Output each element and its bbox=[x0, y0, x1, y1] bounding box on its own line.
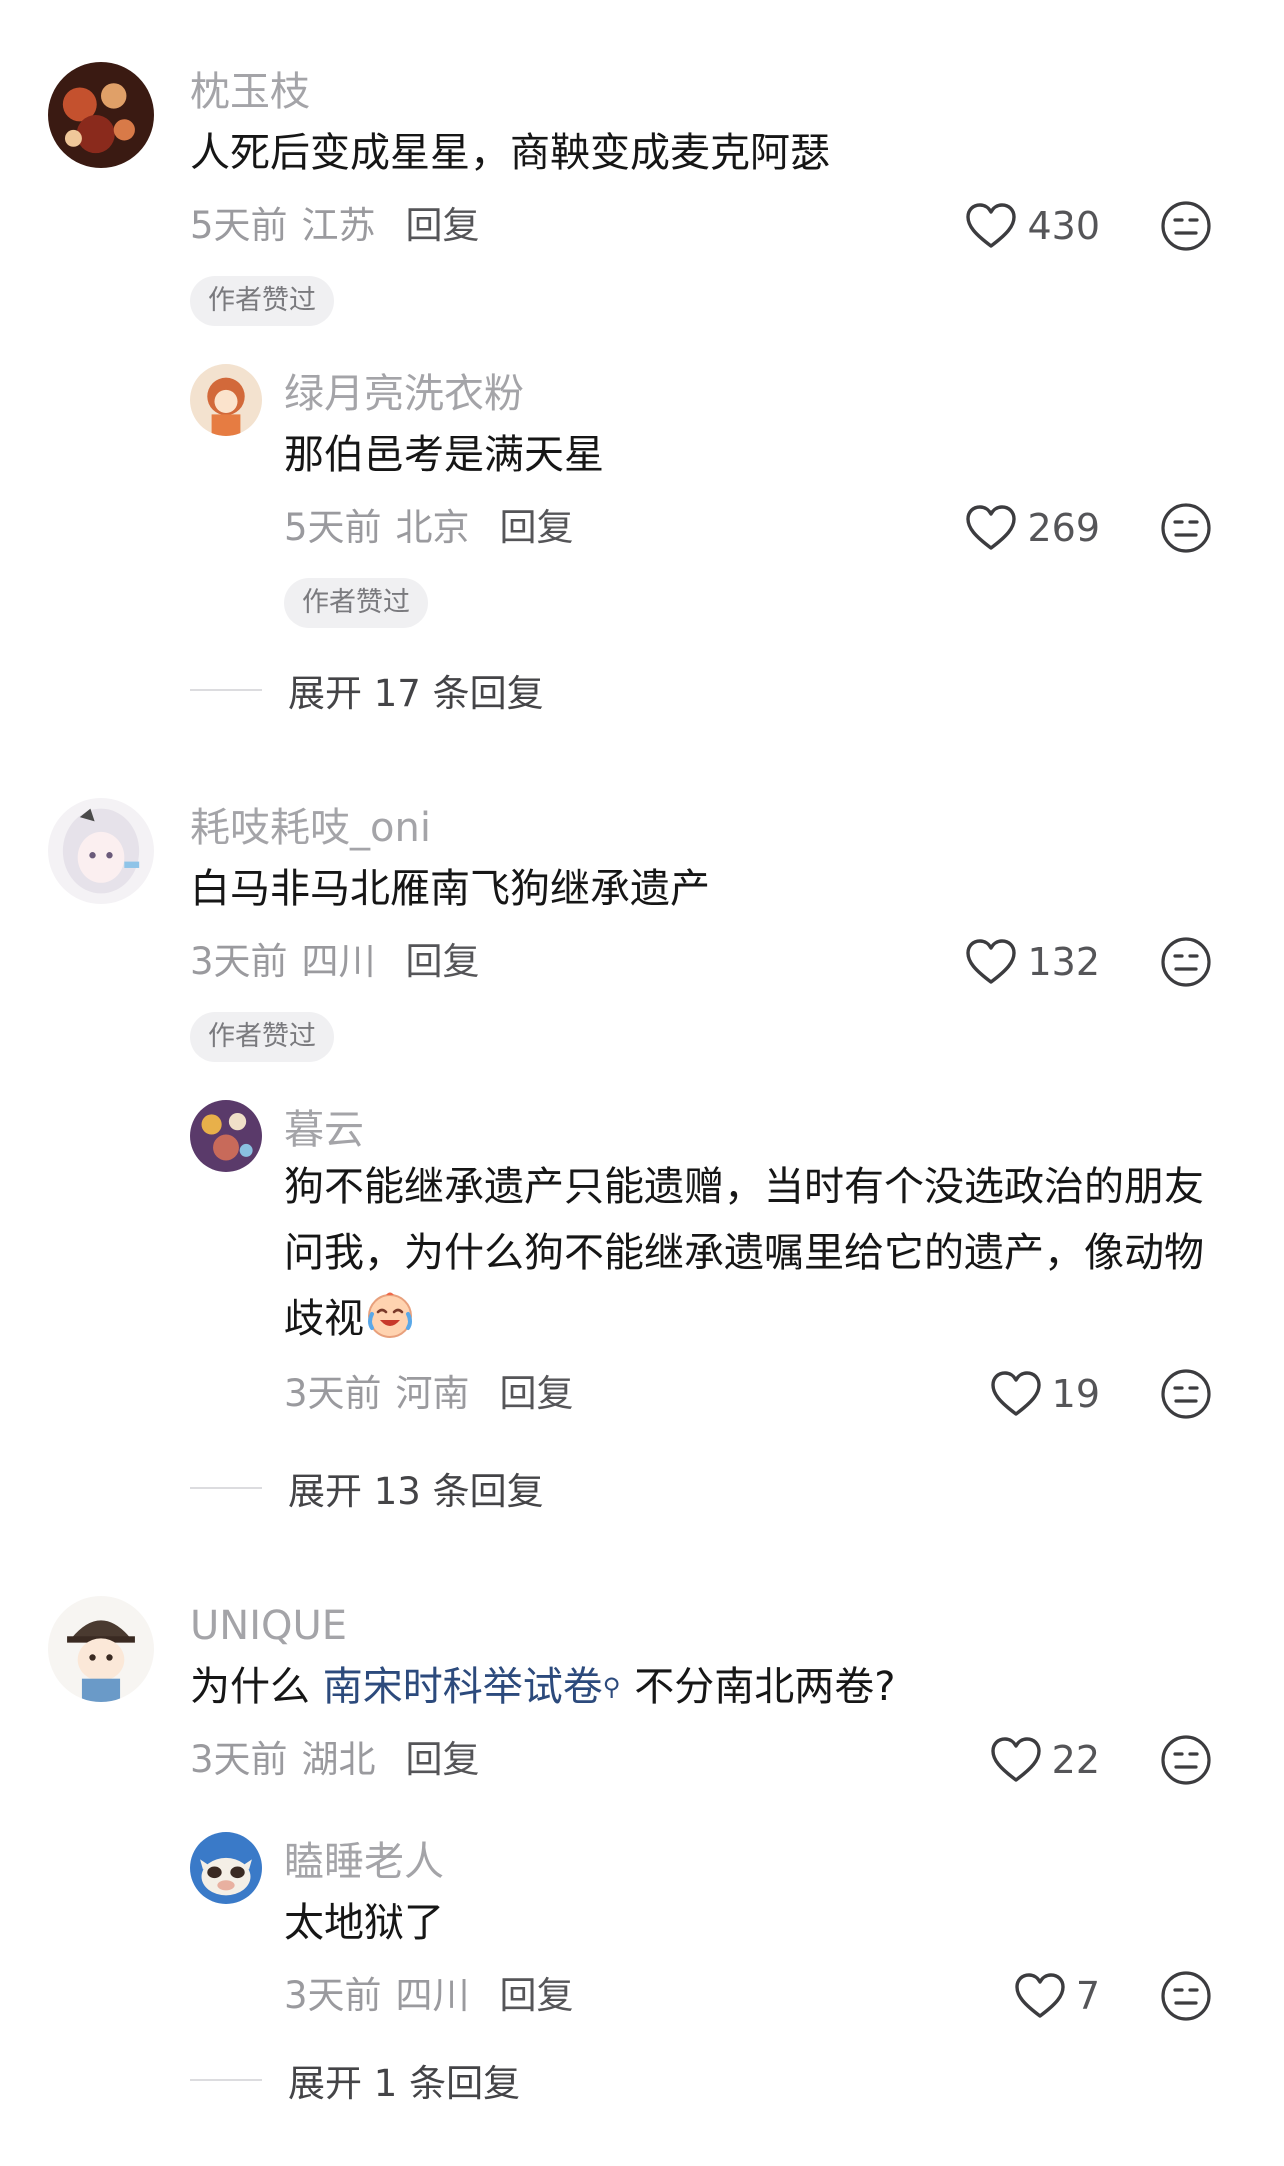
reply-meta: 3天前 河南 回复 bbox=[284, 1370, 574, 1418]
comment-text: 人死后变成星星，商鞅变成麦克阿瑟 bbox=[190, 130, 830, 176]
divider bbox=[190, 1487, 262, 1489]
comment-username[interactable]: 耗吱耗吱_oni bbox=[190, 804, 431, 852]
reply-button[interactable]: 回复 bbox=[406, 940, 480, 983]
avatar[interactable] bbox=[190, 1100, 262, 1172]
divider bbox=[190, 2079, 262, 2081]
reply-text-body: 狗不能继承遗产只能遗赠，当时有个没选政治的朋友问我，为什么狗不能继承遗嘱里给它的… bbox=[284, 1164, 1204, 1342]
like-count: 269 bbox=[1027, 506, 1100, 550]
author-liked-badge: 作者赞过 bbox=[190, 1012, 334, 1062]
avatar[interactable] bbox=[190, 364, 262, 436]
comment-time: 5天前 bbox=[190, 204, 288, 247]
avatar[interactable] bbox=[48, 1596, 154, 1702]
reply-item: 瞌睡老人 太地狱了 3天前 四川 回复 7 bbox=[0, 1832, 1284, 2032]
comment-username[interactable]: UNIQUE bbox=[190, 1602, 347, 1650]
reply-username[interactable]: 绿月亮洗衣粉 bbox=[284, 370, 524, 418]
comment-text-after: 不分南北两卷? bbox=[634, 1664, 896, 1710]
divider bbox=[190, 689, 262, 691]
reply-location: 河南 bbox=[395, 1372, 470, 1415]
comment-location: 江苏 bbox=[301, 204, 376, 247]
reply-username[interactable]: 暮云 bbox=[284, 1106, 364, 1154]
expand-replies-button[interactable]: 展开 13 条回复 bbox=[190, 1464, 544, 1513]
comment-username[interactable]: 枕玉枝 bbox=[190, 68, 310, 116]
reply-time: 3天前 bbox=[284, 1974, 382, 2017]
meh-face-icon[interactable] bbox=[1160, 1970, 1212, 2022]
heart-outline-icon bbox=[965, 202, 1017, 250]
reply-button[interactable]: 回复 bbox=[500, 506, 574, 549]
like-count: 7 bbox=[1075, 1974, 1100, 2018]
avatar[interactable] bbox=[48, 798, 154, 904]
comment-text: 为什么 南宋时科举试卷⚲ 不分南北两卷? bbox=[190, 1654, 896, 1720]
comment-time: 3天前 bbox=[190, 940, 288, 983]
expand-replies-button[interactable]: 展开 1 条回复 bbox=[190, 2056, 521, 2105]
comment-location: 四川 bbox=[301, 940, 376, 983]
avatar[interactable] bbox=[190, 1832, 262, 1904]
heart-outline-icon bbox=[965, 504, 1017, 552]
reply-text: 狗不能继承遗产只能遗赠，当时有个没选政治的朋友问我，为什么狗不能继承遗嘱里给它的… bbox=[284, 1154, 1214, 1352]
author-liked-badge: 作者赞过 bbox=[284, 578, 428, 628]
reply-meta: 3天前 四川 回复 bbox=[284, 1972, 574, 2020]
meh-face-icon[interactable] bbox=[1160, 1734, 1212, 1786]
expand-replies-button[interactable]: 展开 17 条回复 bbox=[190, 666, 544, 715]
reply-time: 5天前 bbox=[284, 506, 382, 549]
comment-item: UNIQUE 为什么 南宋时科举试卷⚲ 不分南北两卷? 3天前 湖北 回复 22 bbox=[0, 1596, 1284, 1785]
like-count: 430 bbox=[1027, 204, 1100, 248]
search-icon[interactable]: ⚲ bbox=[603, 1673, 621, 1701]
meh-face-icon[interactable] bbox=[1160, 936, 1212, 988]
meh-face-icon[interactable] bbox=[1160, 502, 1212, 554]
like-button[interactable]: 22 bbox=[900, 1730, 1100, 1790]
search-link[interactable]: 南宋时科举试卷 bbox=[323, 1664, 603, 1710]
expand-replies-label: 展开 1 条回复 bbox=[288, 2062, 521, 2105]
like-button[interactable]: 132 bbox=[900, 932, 1100, 992]
laughing-crying-emoji-icon bbox=[364, 1288, 416, 1340]
comment-location: 湖北 bbox=[301, 1738, 376, 1781]
reply-text: 太地狱了 bbox=[284, 1900, 444, 1946]
reply-location: 四川 bbox=[395, 1974, 470, 2017]
reply-location: 北京 bbox=[395, 506, 470, 549]
expand-replies-label: 展开 13 条回复 bbox=[288, 1470, 544, 1513]
reply-username[interactable]: 瞌睡老人 bbox=[284, 1838, 444, 1886]
comment-meta: 3天前 四川 回复 bbox=[190, 938, 480, 986]
reply-item: 暮云 狗不能继承遗产只能遗赠，当时有个没选政治的朋友问我，为什么狗不能继承遗嘱里… bbox=[0, 1100, 1284, 1420]
reply-time: 3天前 bbox=[284, 1372, 382, 1415]
comment-item: 耗吱耗吱_oni 白马非马北雁南飞狗继承遗产 3天前 四川 回复 132 作者赞过 bbox=[0, 798, 1284, 1062]
heart-outline-icon bbox=[990, 1736, 1042, 1784]
author-liked-badge: 作者赞过 bbox=[190, 276, 334, 326]
like-button[interactable]: 269 bbox=[900, 498, 1100, 558]
meh-face-icon[interactable] bbox=[1160, 1368, 1212, 1420]
expand-replies-label: 展开 17 条回复 bbox=[288, 672, 544, 715]
reply-meta: 5天前 北京 回复 bbox=[284, 504, 574, 552]
avatar[interactable] bbox=[48, 62, 154, 168]
comment-text-before: 为什么 bbox=[190, 1664, 323, 1710]
comment-text: 白马非马北雁南飞狗继承遗产 bbox=[190, 866, 710, 912]
reply-item: 绿月亮洗衣粉 那伯邑考是满天星 5天前 北京 回复 269 作者赞过 bbox=[0, 364, 1284, 628]
like-button[interactable]: 19 bbox=[900, 1364, 1100, 1424]
reply-button[interactable]: 回复 bbox=[500, 1372, 574, 1415]
reply-button[interactable]: 回复 bbox=[406, 1738, 480, 1781]
heart-outline-icon bbox=[965, 938, 1017, 986]
heart-outline-icon bbox=[1014, 1972, 1066, 2020]
comment-meta: 3天前 湖北 回复 bbox=[190, 1736, 480, 1784]
comment-meta: 5天前 江苏 回复 bbox=[190, 202, 480, 250]
like-count: 132 bbox=[1027, 940, 1100, 984]
like-button[interactable]: 7 bbox=[900, 1966, 1100, 2026]
comment-time: 3天前 bbox=[190, 1738, 288, 1781]
reply-button[interactable]: 回复 bbox=[500, 1974, 574, 2017]
comment-item: 枕玉枝 人死后变成星星，商鞅变成麦克阿瑟 5天前 江苏 回复 430 作者赞过 bbox=[0, 62, 1284, 326]
reply-text: 那伯邑考是满天星 bbox=[284, 432, 604, 478]
heart-outline-icon bbox=[990, 1370, 1042, 1418]
meh-face-icon[interactable] bbox=[1160, 200, 1212, 252]
like-count: 22 bbox=[1051, 1738, 1100, 1782]
like-button[interactable]: 430 bbox=[900, 196, 1100, 256]
like-count: 19 bbox=[1051, 1372, 1100, 1416]
reply-button[interactable]: 回复 bbox=[406, 204, 480, 247]
